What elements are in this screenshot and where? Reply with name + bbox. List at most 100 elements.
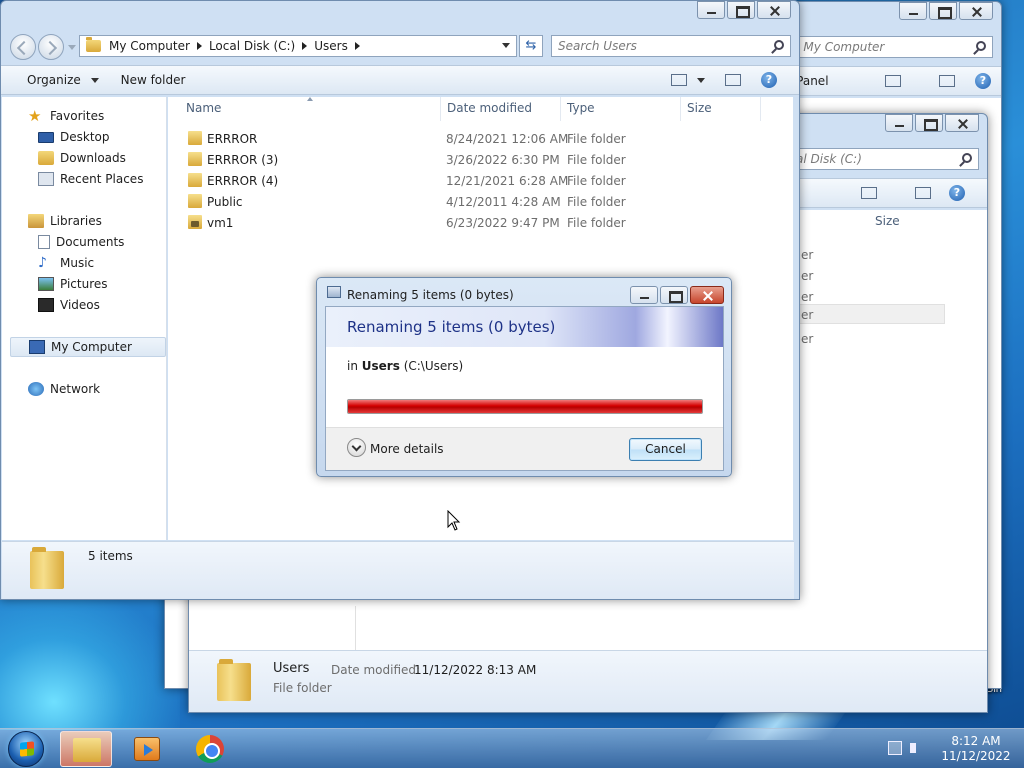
chevron-right-icon[interactable]: [354, 42, 360, 50]
details-name: Users: [273, 661, 310, 676]
destination-path: (C:\Users): [403, 359, 464, 373]
search-placeholder: Search Users: [558, 39, 637, 53]
taskbar-media-player-button[interactable]: [122, 731, 174, 767]
chrome-icon: [196, 735, 224, 763]
preview-pane-icon[interactable]: [939, 75, 955, 87]
file-type: File folder: [567, 216, 626, 230]
cancel-button[interactable]: Cancel: [629, 438, 702, 461]
maximize-button[interactable]: [660, 286, 688, 304]
network-status-icon[interactable]: [888, 741, 902, 755]
view-options-icon[interactable]: [861, 187, 877, 199]
close-button[interactable]: [690, 286, 724, 304]
search-icon[interactable]: [976, 41, 986, 51]
nav-label: Libraries: [50, 214, 102, 228]
breadcrumb-local-disk[interactable]: Local Disk (C:): [209, 39, 295, 53]
more-details-label[interactable]: More details: [370, 442, 444, 456]
view-options-icon[interactable]: [885, 75, 901, 87]
organize-button[interactable]: Organize: [1, 73, 107, 87]
destination-folder-link[interactable]: Users: [362, 359, 400, 373]
preview-pane-icon[interactable]: [725, 74, 741, 86]
taskbar-chrome-button[interactable]: [186, 731, 238, 767]
clock[interactable]: 8:12 AM 11/12/2022: [936, 734, 1016, 764]
forward-button[interactable]: [38, 34, 64, 60]
libraries-icon: [28, 214, 44, 228]
search-input[interactable]: Search Users: [551, 35, 791, 57]
nav-label: Videos: [60, 298, 100, 312]
file-row[interactable]: vm1 6/23/2022 9:47 PM File folder: [168, 212, 788, 233]
breadcrumb: My Computer Local Disk (C:) Users: [109, 39, 367, 53]
column-divider[interactable]: [680, 97, 681, 121]
back-button[interactable]: [10, 34, 36, 60]
chevron-right-icon[interactable]: [302, 42, 308, 50]
taskbar-explorer-button[interactable]: [60, 731, 112, 767]
pictures-icon: [38, 277, 54, 291]
column-header-size[interactable]: Size: [687, 101, 712, 119]
column-divider[interactable]: [760, 97, 761, 121]
row-fragment: er: [801, 308, 814, 322]
file-row[interactable]: ERRROR 8/24/2021 12:06 AM File folder: [168, 128, 788, 149]
breadcrumb-users[interactable]: Users: [314, 39, 348, 53]
progress-fill: [348, 400, 702, 413]
nav-label: Network: [50, 382, 101, 396]
volume-icon[interactable]: [910, 743, 916, 753]
file-name: ERRROR (4): [207, 174, 279, 188]
search-icon[interactable]: [962, 153, 972, 163]
file-date: 8/24/2021 12:06 AM: [446, 132, 569, 146]
row-fragment[interactable]: er: [801, 332, 813, 346]
help-icon[interactable]: ?: [949, 185, 965, 201]
minimize-button[interactable]: [697, 1, 725, 19]
preview-pane-icon[interactable]: [915, 187, 931, 199]
close-button[interactable]: [757, 1, 791, 19]
file-row[interactable]: Public 4/12/2011 4:28 AM File folder: [168, 191, 788, 212]
navigation-pane: ★ Favorites Desktop Downloads Recent Pla…: [2, 97, 167, 540]
row-fragment[interactable]: er: [801, 269, 813, 283]
minimize-button[interactable]: [630, 286, 658, 304]
rename-progress-dialog[interactable]: Renaming 5 items (0 bytes) Renaming 5 it…: [316, 277, 732, 477]
maximize-button[interactable]: [929, 2, 957, 20]
file-row[interactable]: ERRROR (4) 12/21/2021 6:28 AM File folde…: [168, 170, 788, 191]
selected-row[interactable]: er: [793, 304, 945, 324]
breadcrumb-my-computer[interactable]: My Computer: [109, 39, 190, 53]
minimize-button[interactable]: [885, 114, 913, 132]
chevron-right-icon[interactable]: [196, 42, 202, 50]
column-header-type[interactable]: Type: [567, 101, 595, 119]
maximize-button[interactable]: [727, 1, 755, 19]
details-pane: 5 items: [2, 541, 794, 599]
column-divider[interactable]: [440, 97, 441, 121]
desktop-icon: [38, 131, 54, 143]
file-type: File folder: [567, 132, 626, 146]
nav-my-computer[interactable]: My Computer: [10, 337, 166, 357]
row-fragment[interactable]: er: [801, 248, 813, 262]
column-header-size[interactable]: Size: [875, 214, 900, 228]
address-bar[interactable]: My Computer Local Disk (C:) Users: [79, 35, 517, 57]
search-icon[interactable]: [774, 40, 784, 50]
organize-label: Organize: [27, 73, 81, 87]
locked-folder-icon: [188, 215, 202, 229]
view-options-icon[interactable]: [671, 74, 687, 86]
wallpaper-glow: [0, 590, 180, 730]
close-button[interactable]: [959, 2, 993, 20]
file-name: vm1: [207, 216, 234, 230]
details-date-label: Date modified:: [331, 663, 421, 677]
column-header-date[interactable]: Date modified: [447, 101, 532, 119]
recent-places-icon: [38, 172, 54, 186]
chevron-down-icon[interactable]: [697, 78, 705, 83]
row-fragment[interactable]: er: [801, 290, 813, 304]
recent-pages-dropdown[interactable]: [68, 45, 76, 50]
help-icon[interactable]: ?: [975, 73, 991, 89]
new-folder-button[interactable]: New folder: [107, 73, 200, 87]
help-icon[interactable]: ?: [761, 72, 777, 88]
expand-chevron-icon[interactable]: [347, 438, 366, 457]
destination-line: in Users (C:\Users): [347, 359, 463, 373]
file-row[interactable]: ERRROR (3) 3/26/2022 6:30 PM File folder: [168, 149, 788, 170]
chevron-down-icon[interactable]: [502, 43, 510, 48]
search-input[interactable]: h My Computer: [785, 36, 993, 58]
close-button[interactable]: [945, 114, 979, 132]
minimize-button[interactable]: [899, 2, 927, 20]
refresh-button[interactable]: ⇆: [519, 35, 543, 57]
column-header-name[interactable]: Name: [186, 101, 221, 119]
start-button[interactable]: [8, 731, 44, 767]
maximize-button[interactable]: [915, 114, 943, 132]
column-divider[interactable]: [560, 97, 561, 121]
search-text: al Disk (C:): [796, 152, 862, 166]
